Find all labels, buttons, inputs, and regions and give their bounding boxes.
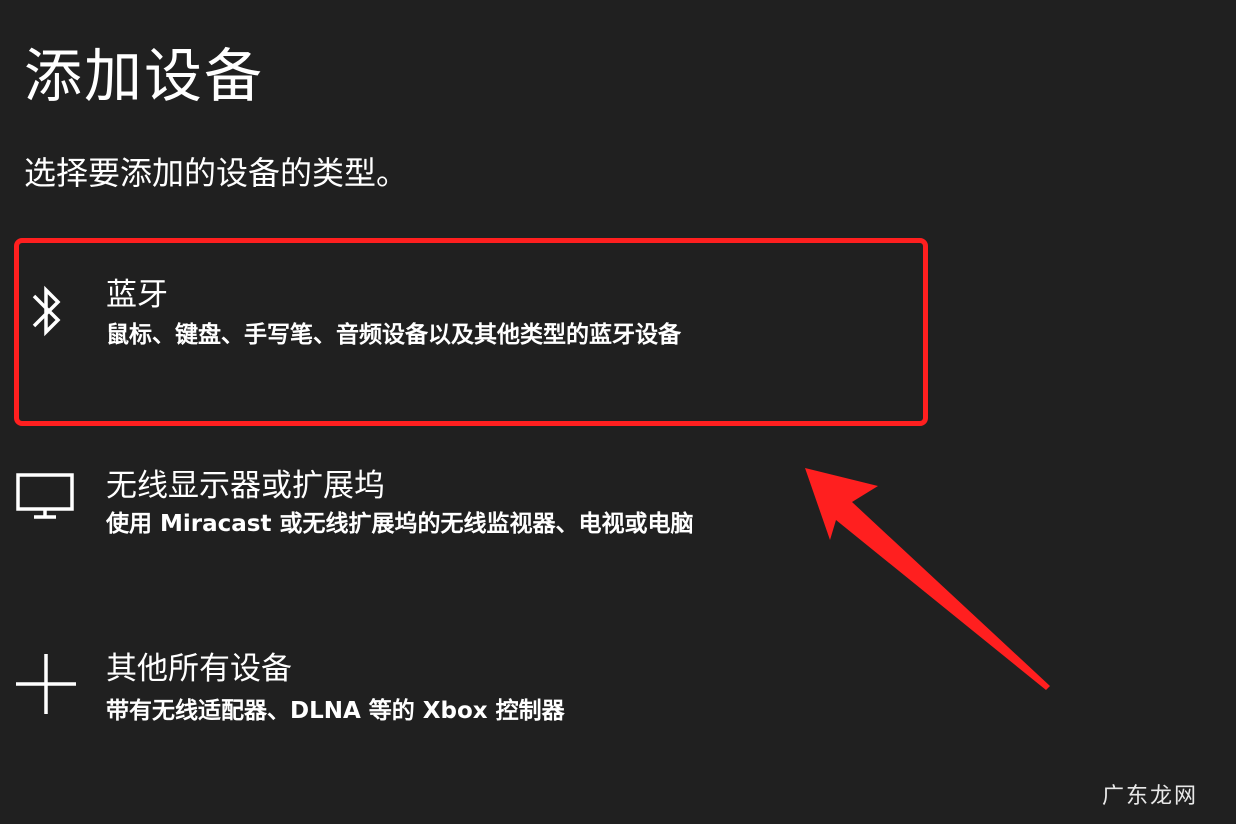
page-title: 添加设备 bbox=[24, 42, 265, 110]
option-everything-else-label: 其他所有设备 bbox=[106, 651, 292, 687]
plus-icon bbox=[14, 650, 78, 714]
watermark: 广东龙网 bbox=[1101, 784, 1198, 809]
add-device-dialog: 添加设备 选择要添加的设备的类型。 蓝牙 鼠标、键盘、手写笔、音频设备以及其他类… bbox=[0, 0, 1236, 824]
option-bluetooth[interactable]: 蓝牙 鼠标、键盘、手写笔、音频设备以及其他类型的蓝牙设备 bbox=[14, 238, 934, 428]
option-wireless-display[interactable]: 无线显示器或扩展坞 使用 Miracast 或无线扩展坞的无线监视器、电视或电脑 bbox=[14, 445, 934, 635]
option-everything-else-description: 带有无线适配器、DLNA 等的 Xbox 控制器 bbox=[106, 698, 565, 724]
bluetooth-icon bbox=[28, 280, 92, 344]
option-bluetooth-description: 鼠标、键盘、手写笔、音频设备以及其他类型的蓝牙设备 bbox=[106, 322, 681, 348]
page-subtitle: 选择要添加的设备的类型。 bbox=[24, 154, 409, 192]
option-everything-else[interactable]: 其他所有设备 带有无线适配器、DLNA 等的 Xbox 控制器 bbox=[14, 630, 934, 820]
option-wireless-display-label: 无线显示器或扩展坞 bbox=[106, 468, 385, 504]
option-wireless-display-description: 使用 Miracast 或无线扩展坞的无线监视器、电视或电脑 bbox=[106, 511, 694, 537]
monitor-icon bbox=[14, 471, 78, 535]
option-bluetooth-label: 蓝牙 bbox=[106, 277, 168, 313]
